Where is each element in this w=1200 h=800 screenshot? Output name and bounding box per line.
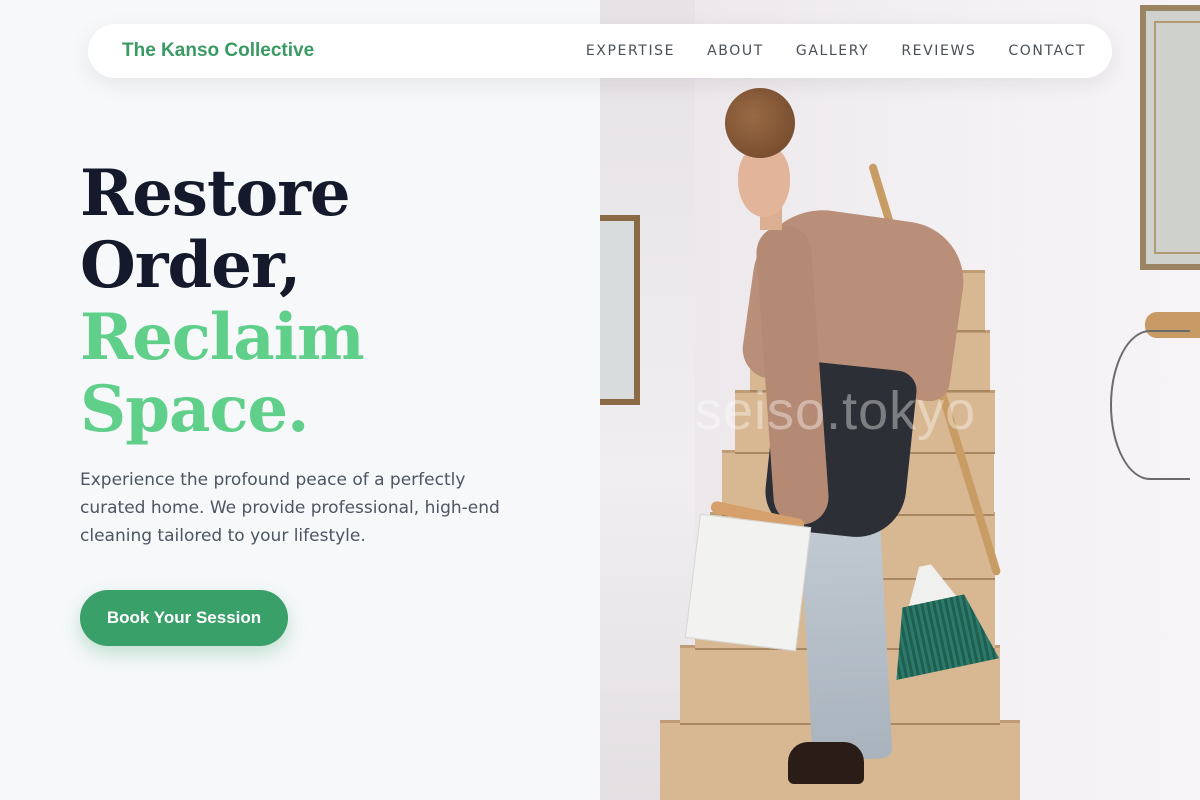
nav-link-reviews[interactable]: REVIEWS bbox=[901, 43, 976, 59]
nav-link-contact[interactable]: CONTACT bbox=[1008, 43, 1086, 59]
photo-cleaning-caddy bbox=[684, 513, 812, 652]
nav-links: EXPERTISE ABOUT GALLERY REVIEWS CONTACT bbox=[586, 43, 1086, 59]
headline-line-1: Restore bbox=[80, 156, 351, 231]
headline-line-4: Space. bbox=[80, 372, 309, 447]
photo-picture-frame bbox=[1140, 5, 1200, 270]
headline-line-3: Reclaim bbox=[80, 300, 365, 375]
nav-link-gallery[interactable]: GALLERY bbox=[796, 43, 869, 59]
book-session-button[interactable]: Book Your Session bbox=[80, 590, 288, 646]
hero-subtitle: Experience the profound peace of a perfe… bbox=[80, 470, 500, 546]
top-navbar: The Kanso Collective EXPERTISE ABOUT GAL… bbox=[88, 24, 1112, 78]
photo-person-shoe bbox=[788, 742, 864, 784]
nav-link-expertise[interactable]: EXPERTISE bbox=[586, 43, 675, 59]
hero-photo: seiso.tokyo bbox=[600, 0, 1200, 800]
photo-person-hair bbox=[725, 88, 795, 158]
photo-wire-decor bbox=[1110, 330, 1190, 480]
photo-mirror bbox=[600, 215, 640, 405]
hero-headline: Restore Order, Reclaim Space. bbox=[80, 156, 365, 447]
brand-logo-link[interactable]: The Kanso Collective bbox=[122, 40, 314, 62]
headline-line-2: Order, bbox=[80, 228, 301, 303]
nav-link-about[interactable]: ABOUT bbox=[707, 43, 764, 59]
photo-watermark: seiso.tokyo bbox=[695, 381, 977, 441]
